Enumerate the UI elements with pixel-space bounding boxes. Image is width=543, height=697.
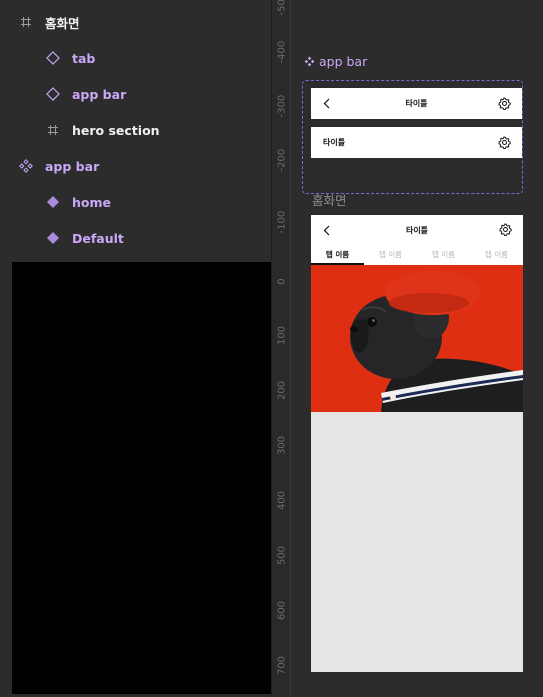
component-set-label[interactable]: app bar bbox=[304, 54, 367, 69]
layer-item-app-bar-instance[interactable]: app bar bbox=[0, 76, 271, 112]
ruler-label: 500 bbox=[276, 545, 288, 566]
component-set-name: app bar bbox=[319, 54, 368, 69]
tab-item-4[interactable]: 탭 이름 bbox=[470, 245, 523, 265]
ruler-label: -200 bbox=[276, 148, 288, 172]
frame-label-home[interactable]: 홈화면 bbox=[312, 190, 347, 209]
layers-panel: 홈화면 tab app bar hero section app bar hom… bbox=[0, 0, 271, 262]
layer-item-label: app bar bbox=[72, 86, 127, 102]
layer-item-variant-home[interactable]: home bbox=[0, 184, 271, 220]
component-variant-icon bbox=[46, 231, 60, 245]
ruler-label: 300 bbox=[276, 435, 288, 456]
layer-item-label: app bar bbox=[45, 158, 100, 174]
app-bar-variant-default[interactable]: 타이틀 bbox=[311, 127, 522, 158]
home-screen-frame[interactable]: 타이틀 탭 이름 탭 이름 탭 이름 탭 이름 bbox=[311, 215, 523, 672]
layer-item-label: 홈화면 bbox=[45, 15, 80, 31]
ruler-label: -500 bbox=[276, 0, 288, 16]
frame-hash-icon bbox=[46, 123, 60, 137]
ruler-label: 0 bbox=[276, 278, 288, 285]
empty-panel-area bbox=[12, 262, 271, 694]
ruler-label: -300 bbox=[276, 94, 288, 118]
component-instance-outline-icon bbox=[46, 87, 60, 101]
layer-item-label: Default bbox=[72, 230, 124, 246]
layer-item-app-bar-component-set[interactable]: app bar bbox=[0, 148, 271, 184]
vertical-ruler: -500 -400 -300 -200 -100 0 100 200 300 4… bbox=[271, 0, 291, 697]
ruler-label: 100 bbox=[276, 325, 288, 346]
app-bar-title: 타이틀 bbox=[405, 99, 428, 108]
layer-item-label: tab bbox=[72, 50, 96, 66]
ruler-label: -400 bbox=[276, 40, 288, 64]
component-set-icon bbox=[19, 159, 33, 173]
phone-app-bar: 타이틀 bbox=[311, 215, 523, 245]
layer-item-label: home bbox=[72, 194, 111, 210]
component-set-icon bbox=[304, 56, 315, 67]
tab-item-1[interactable]: 탭 이름 bbox=[311, 245, 364, 265]
app-bar-variant-home[interactable]: 타이틀 bbox=[311, 88, 522, 119]
component-variant-icon bbox=[46, 195, 60, 209]
layer-item-tab[interactable]: tab bbox=[0, 40, 271, 76]
ruler-label: 200 bbox=[276, 380, 288, 401]
layer-item-label: hero section bbox=[72, 122, 160, 138]
layer-item-variant-default[interactable]: Default bbox=[0, 220, 271, 256]
layer-item-hero-section[interactable]: hero section bbox=[0, 112, 271, 148]
gear-icon[interactable] bbox=[498, 97, 511, 112]
hero-image bbox=[311, 265, 523, 412]
design-canvas[interactable]: app bar 타이틀 타이틀 홈화면 타이틀 탭 이름 탭 이름 탭 이름 탭… bbox=[292, 0, 543, 697]
ruler-label: 600 bbox=[276, 600, 288, 621]
component-instance-outline-icon bbox=[46, 51, 60, 65]
ruler-label: 400 bbox=[276, 490, 288, 511]
layer-item-home-frame[interactable]: 홈화면 bbox=[0, 4, 271, 40]
figma-workspace: 홈화면 tab app bar hero section app bar hom… bbox=[0, 0, 543, 697]
ruler-label: -100 bbox=[276, 210, 288, 234]
gear-icon[interactable] bbox=[498, 136, 511, 151]
tab-bar: 탭 이름 탭 이름 탭 이름 탭 이름 bbox=[311, 245, 523, 265]
gear-icon[interactable] bbox=[499, 223, 512, 238]
tab-item-3[interactable]: 탭 이름 bbox=[417, 245, 470, 265]
ruler-label: 700 bbox=[276, 655, 288, 676]
app-bar-title: 타이틀 bbox=[323, 138, 346, 147]
phone-app-bar-title: 타이틀 bbox=[405, 225, 429, 235]
frame-hash-icon bbox=[19, 15, 33, 29]
tab-item-2[interactable]: 탭 이름 bbox=[364, 245, 417, 265]
